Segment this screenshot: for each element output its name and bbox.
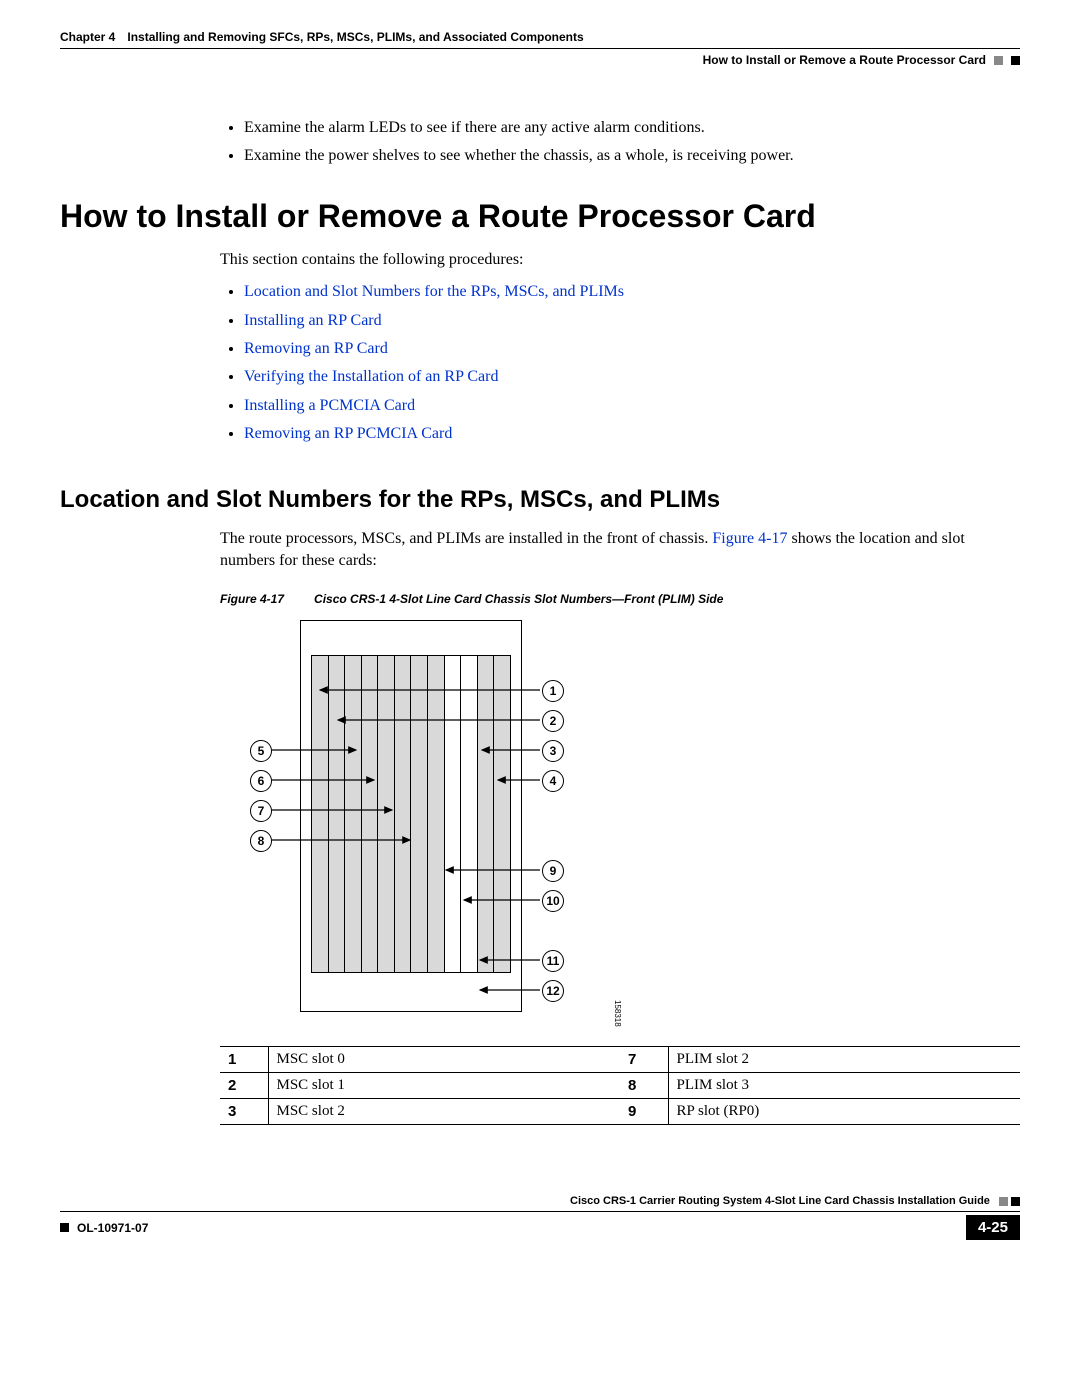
- header-rule: [60, 48, 1020, 49]
- list-item: Examine the power shelves to see whether…: [244, 145, 1020, 167]
- cell-num: 8: [620, 1073, 668, 1099]
- cell-desc: MSC slot 0: [268, 1047, 620, 1073]
- cell-num: 1: [220, 1047, 268, 1073]
- figure-label: Figure 4-17: [220, 592, 284, 606]
- slot: [344, 655, 361, 973]
- callout-9: 9: [542, 860, 564, 882]
- intro-bullet-list: Examine the alarm LEDs to see if there a…: [220, 117, 1020, 168]
- slot: [410, 655, 427, 973]
- list-item: Removing an RP PCMCIA Card: [244, 423, 1020, 445]
- slot-bay: [311, 655, 511, 973]
- list-item: Verifying the Installation of an RP Card: [244, 366, 1020, 388]
- cell-desc: MSC slot 1: [268, 1073, 620, 1099]
- text: Cisco CRS-1 Carrier Routing System 4-Slo…: [570, 1195, 990, 1207]
- marker-square-icon: [999, 1197, 1008, 1206]
- text: The route processors, MSCs, and PLIMs ar…: [220, 530, 712, 547]
- marker-square-icon: [60, 1223, 69, 1232]
- page-number-badge: 4-25: [966, 1215, 1020, 1240]
- cell-num: 2: [220, 1073, 268, 1099]
- page-title: How to Install or Remove a Route Process…: [60, 198, 1020, 235]
- slot: [361, 655, 378, 973]
- cell-num: 9: [620, 1099, 668, 1125]
- list-item: Installing an RP Card: [244, 310, 1020, 332]
- cell-num: 7: [620, 1047, 668, 1073]
- doc-id: OL-10971-07: [77, 1221, 148, 1235]
- callout-2: 2: [542, 710, 564, 732]
- marker-square-icon: [1011, 1197, 1020, 1206]
- figure-title: Cisco CRS-1 4-Slot Line Card Chassis Slo…: [314, 592, 723, 606]
- callout-8: 8: [250, 830, 272, 852]
- list-item: Installing a PCMCIA Card: [244, 395, 1020, 417]
- callout-6: 6: [250, 770, 272, 792]
- slot: [460, 655, 477, 973]
- slot: [377, 655, 394, 973]
- slot: [444, 655, 461, 973]
- callout-4: 4: [542, 770, 564, 792]
- callout-5: 5: [250, 740, 272, 762]
- slot: [328, 655, 345, 973]
- link-removing-rp[interactable]: Removing an RP Card: [244, 340, 388, 357]
- link-installing-pcmcia[interactable]: Installing a PCMCIA Card: [244, 397, 415, 414]
- figure-caption: Figure 4-17 Cisco CRS-1 4-Slot Line Card…: [220, 592, 1020, 606]
- page-footer: Cisco CRS-1 Carrier Routing System 4-Slo…: [60, 1195, 1020, 1240]
- cell-desc: RP slot (RP0): [668, 1099, 1020, 1125]
- location-paragraph: The route processors, MSCs, and PLIMs ar…: [220, 528, 1020, 573]
- link-location-slot-numbers[interactable]: Location and Slot Numbers for the RPs, M…: [244, 283, 624, 300]
- link-verifying-rp[interactable]: Verifying the Installation of an RP Card: [244, 368, 498, 385]
- marker-square-icon: [1011, 56, 1020, 65]
- slot: [311, 655, 328, 973]
- marker-square-icon: [994, 56, 1003, 65]
- chassis-outline: [300, 620, 522, 1012]
- page: Chapter 4 Installing and Removing SFCs, …: [0, 0, 1080, 1270]
- table-row: 3 MSC slot 2 9 RP slot (RP0): [220, 1099, 1020, 1125]
- section-title: How to Install or Remove a Route Process…: [703, 53, 986, 67]
- list-item: Examine the alarm LEDs to see if there a…: [244, 117, 1020, 139]
- image-number: 158318: [613, 1000, 622, 1027]
- callout-12: 12: [542, 980, 564, 1002]
- callout-11: 11: [542, 950, 564, 972]
- table-row: 2 MSC slot 1 8 PLIM slot 3: [220, 1073, 1020, 1099]
- cell-desc: PLIM slot 2: [668, 1047, 1020, 1073]
- chassis-diagram: 1 2 3 4 5 6 7 8 9 10 11 12 158318: [240, 620, 600, 1030]
- link-removing-pcmcia[interactable]: Removing an RP PCMCIA Card: [244, 425, 452, 442]
- slot: [477, 655, 494, 973]
- list-item: Location and Slot Numbers for the RPs, M…: [244, 281, 1020, 303]
- callout-10: 10: [542, 890, 564, 912]
- cell-desc: MSC slot 2: [268, 1099, 620, 1125]
- list-item: Removing an RP Card: [244, 338, 1020, 360]
- section-heading: Location and Slot Numbers for the RPs, M…: [60, 486, 1020, 514]
- callout-1: 1: [542, 680, 564, 702]
- table-row: 1 MSC slot 0 7 PLIM slot 2: [220, 1047, 1020, 1073]
- cell-desc: PLIM slot 3: [668, 1073, 1020, 1099]
- chapter-title: Installing and Removing SFCs, RPs, MSCs,…: [127, 30, 583, 44]
- running-header: Chapter 4 Installing and Removing SFCs, …: [60, 30, 1020, 44]
- link-installing-rp[interactable]: Installing an RP Card: [244, 312, 382, 329]
- callout-7: 7: [250, 800, 272, 822]
- procedure-links-list: Location and Slot Numbers for the RPs, M…: [220, 281, 1020, 445]
- slot: [493, 655, 511, 973]
- figure-ref-link[interactable]: Figure 4-17: [712, 530, 787, 547]
- cell-num: 3: [220, 1099, 268, 1125]
- callout-3: 3: [542, 740, 564, 762]
- slot: [394, 655, 411, 973]
- intro-paragraph: This section contains the following proc…: [220, 249, 1020, 271]
- footer-guide-title: Cisco CRS-1 Carrier Routing System 4-Slo…: [60, 1195, 1020, 1207]
- callout-table: 1 MSC slot 0 7 PLIM slot 2 2 MSC slot 1 …: [220, 1046, 1020, 1125]
- slot: [427, 655, 444, 973]
- chapter-label: Chapter 4: [60, 30, 115, 44]
